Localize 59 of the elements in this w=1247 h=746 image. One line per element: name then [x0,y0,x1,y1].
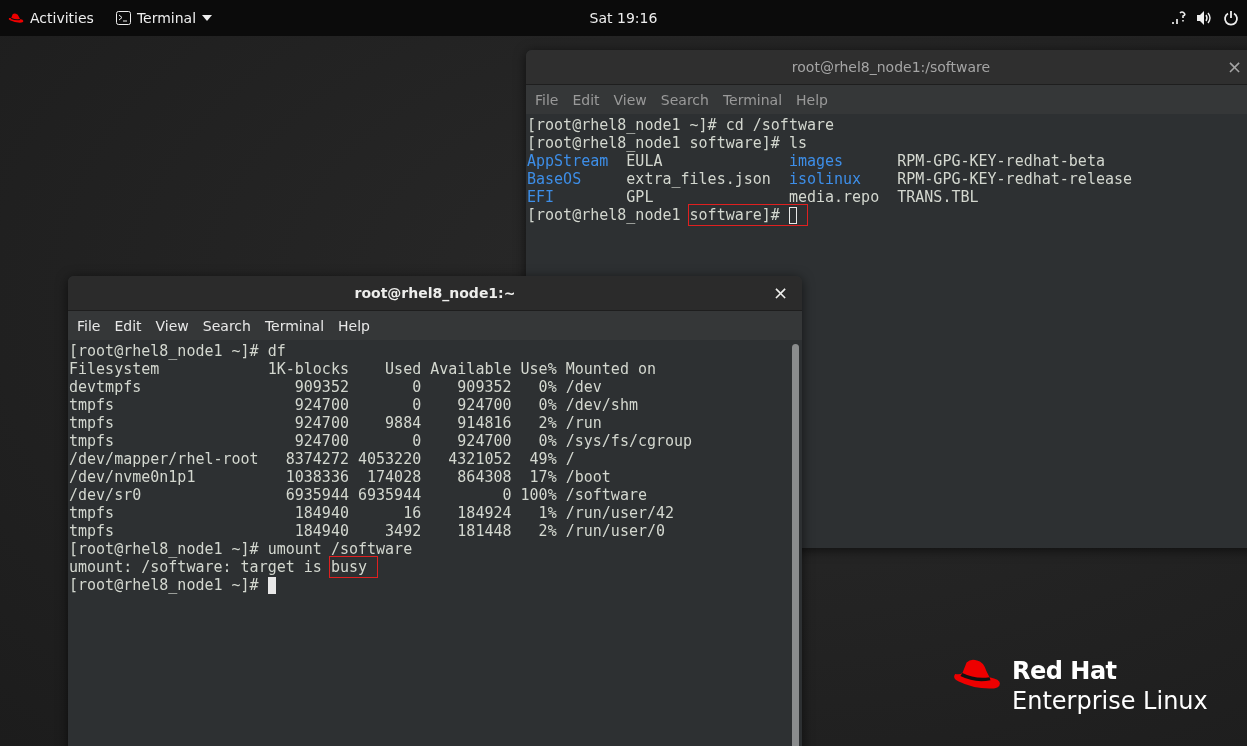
menu-item[interactable]: Terminal [257,317,332,334]
terminal-line: /dev/sr0 6935944 6935944 0 100% /software [69,486,647,504]
terminal-line: /dev/nvme0n1p1 1038336 174028 864308 17% /boot [69,468,611,486]
directory-name: isolinux [788,170,863,188]
logo-title: Red Hat [1012,656,1118,686]
terminal-text: software]# [689,206,780,224]
clock[interactable]: Sat 19:16 [589,10,658,26]
terminal-line: [root@rhel8_node1 software]# ls [527,134,807,152]
terminal-line: tmpfs 924700 9884 914816 2% /run [69,414,602,432]
file-name: EULA [626,152,664,170]
scrollbar[interactable] [792,344,799,746]
activities-button[interactable]: Activities [8,10,94,26]
terminal-line: [root@rhel8_node1 ~]# cd /software [527,116,835,134]
window-title: root@rhel8_node1:~ [354,285,516,301]
terminal-line: Filesystem 1K-blocks Used Available Use% Mounted on [69,360,656,378]
menu-item[interactable]: Search [653,91,716,108]
menu-item[interactable]: Help [331,317,377,334]
network-icon[interactable] [1170,10,1186,26]
close-button[interactable]: × [768,283,792,303]
app-menu[interactable]: Terminal [115,10,213,26]
terminal-text: busy [330,558,367,576]
file-name: extra_files.json [626,170,772,188]
file-name: RPM-GPG-KEY-redhat-beta [897,152,1106,170]
menu-item[interactable]: Terminal [715,91,790,108]
menu-item[interactable]: Help [789,91,835,108]
menu-item[interactable]: File [70,317,108,334]
terminal-line: [root@rhel8_node1 ~]# df [69,342,286,360]
directory-name: AppStream [527,152,610,170]
menu-item[interactable]: File [528,91,566,108]
file-name: RPM-GPG-KEY-redhat-release [897,170,1133,188]
menu-item[interactable]: View [606,91,654,108]
terminal-line: umount: /software: target is [69,558,322,576]
file-name: TRANS.TBL [897,188,980,206]
caret-icon [202,15,213,21]
terminal-line: tmpfs 924700 0 924700 0% /dev/shm [69,396,638,414]
terminal-line: [root@rhel8_node1 ~]# [69,576,259,594]
terminal-line: devtmpfs 909352 0 909352 0% /dev [69,378,602,396]
close-button[interactable]: × [1222,57,1246,77]
power-icon[interactable] [1223,10,1239,26]
menu-item[interactable]: Edit [107,317,149,334]
menu-item[interactable]: View [148,317,196,334]
directory-name: images [788,152,845,170]
file-name: GPL [626,188,655,206]
menu-item[interactable]: Search [195,317,258,334]
file-name: media.repo [788,188,881,206]
directory-name: EFI [527,188,556,206]
logo-subtitle: Enterprise Linux [1012,686,1208,716]
volume-icon[interactable] [1196,10,1213,26]
terminal-line: tmpfs 184940 16 184924 1% /run/user/42 [69,504,675,522]
terminal-line: tmpfs 924700 0 924700 0% /sys/fs/cgroup [69,432,693,450]
window-title: root@rhel8_node1:/software [791,59,991,75]
terminal-line: [root@rhel8_node1 [527,206,681,224]
terminal-icon [115,11,131,25]
directory-name: BaseOS [527,170,583,188]
menu-item[interactable]: Edit [565,91,607,108]
terminal-line: tmpfs 184940 3492 181448 2% /run/user/0 [69,522,666,540]
hat-icon [8,12,24,24]
terminal-line: [root@rhel8_node1 ~]# umount /software [69,540,413,558]
terminal-line: /dev/mapper/rhel-root 8374272 4053220 4321052 49% / [69,450,575,468]
